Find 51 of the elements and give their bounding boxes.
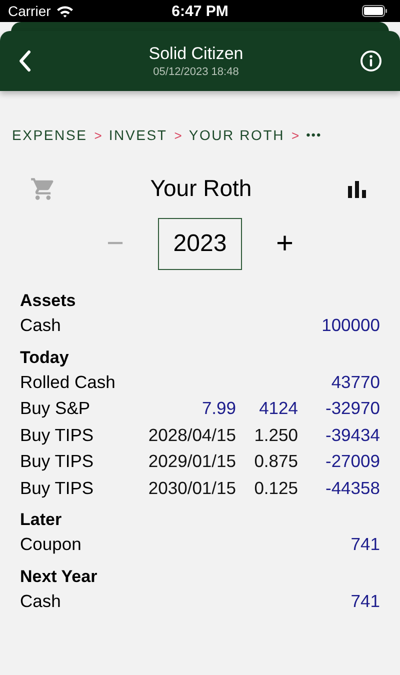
table-cell-text: -32970 (324, 397, 380, 420)
status-time: 6:47 PM (172, 2, 228, 20)
section-heading: Next Year (20, 566, 98, 588)
row-label: Cash (20, 314, 62, 337)
chevron-left-icon (18, 49, 32, 73)
table-cell-text: -44358 (324, 476, 380, 500)
info-button[interactable] (360, 50, 382, 72)
table-cell-text: 4124 (258, 397, 298, 420)
wifi-icon (56, 4, 74, 18)
breadcrumb-link[interactable]: INVEST (108, 127, 168, 143)
nav-subtitle: 05/12/2023 18:48 (152, 66, 240, 78)
info-icon (360, 50, 382, 72)
table-cell-text: 2028/04/15 (147, 424, 236, 446)
page-title: Your Roth (150, 175, 252, 202)
back-button[interactable] (18, 49, 32, 73)
row-label: Buy TIPS (20, 424, 95, 447)
breadcrumb-separator: > (292, 128, 300, 142)
row-label: Rolled Cash (20, 370, 116, 394)
table-cell-text: 2030/01/15 (147, 476, 236, 500)
section-heading: Today (20, 346, 70, 368)
section-heading: Later (20, 509, 63, 531)
row-label: Cash (20, 590, 62, 612)
carrier-name: Carrier (8, 3, 51, 19)
table-cell-text: 43770 (330, 370, 380, 394)
breadcrumb-separator: > (174, 128, 182, 142)
breadcrumb-separator: > (94, 128, 102, 142)
row-label: Coupon (20, 533, 82, 556)
battery-icon (362, 5, 388, 17)
breadcrumb-link[interactable]: EXPENSE (12, 127, 88, 143)
table-cell-text: 741 (350, 533, 380, 556)
section-heading: Assets (20, 290, 77, 312)
table-cell-text: -39434 (324, 424, 380, 446)
table-cell-text: 0.875 (253, 450, 298, 473)
table-cell-text: 100000 (320, 314, 380, 337)
row-label: Buy S&P (20, 397, 92, 420)
chart-button[interactable] (346, 178, 368, 198)
table-cell-text: 741 (350, 590, 380, 612)
year-field[interactable]: 2023 (158, 218, 242, 270)
table-cell-text: 2029/01/15 (147, 450, 236, 473)
more-button[interactable]: ••• (306, 128, 322, 142)
row-label: Buy TIPS (20, 476, 95, 500)
cart-icon (30, 176, 56, 202)
table-cell-text: 7.99 (200, 397, 236, 420)
table-cell-text: -27009 (324, 450, 380, 473)
table-cell-text: 1.250 (253, 424, 298, 446)
row-label: Buy TIPS (20, 450, 95, 473)
increment-button[interactable]: + (270, 227, 300, 261)
bar-chart-icon (346, 178, 368, 198)
table-cell-text: 0.125 (253, 476, 298, 500)
nav-title: Solid Citizen (148, 44, 244, 64)
breadcrumb-link[interactable]: YOUR ROTH (188, 127, 285, 143)
